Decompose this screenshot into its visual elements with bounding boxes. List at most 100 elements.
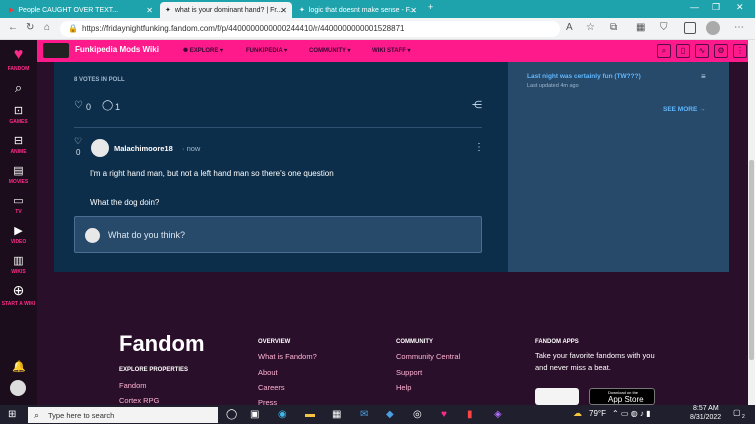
rail-fandom[interactable]: ♥ FANDOM [0,46,37,72]
profile-avatar[interactable] [706,21,720,35]
search-icon[interactable]: ⌕ [657,44,671,58]
scrollbar-thumb[interactable] [749,160,754,360]
footer-link[interactable]: Careers [258,383,285,392]
tab-3[interactable]: ✦ logic that doesnt make sense - F... ✕ [294,2,422,18]
more-options-icon[interactable]: ⋮ [474,142,484,153]
weather-text[interactable]: 79°F [589,409,606,418]
widgets-icon[interactable]: ▣ [250,409,259,420]
nav-funkipedia[interactable]: FUNKIPEDIA ▾ [246,47,287,54]
back-icon[interactable]: ← [8,22,18,33]
gamepad-icon: ⊡ [13,105,24,117]
user-avatar [85,228,100,243]
store-icon[interactable]: ▦ [332,409,341,420]
windows-start-icon[interactable]: ⊞ [8,409,16,420]
clock-time[interactable]: 8:57 AM [693,405,719,412]
fandom-logo[interactable]: Fandom [119,331,205,357]
footer-link[interactable]: What is Fandom? [258,352,317,361]
collections-icon[interactable]: ▦ [636,22,645,33]
rail-video[interactable]: ▶ VIDEO [0,224,37,245]
search-placeholder: Type here to search [48,411,115,420]
favorite-icon[interactable]: ☆ [586,22,595,33]
rail-anime[interactable]: ⊟ ANIME [0,134,37,155]
anime-icon: ⊟ [13,135,24,147]
gear-icon[interactable]: ⚙ [714,44,728,58]
app-store-badge[interactable]: Download on the App Store [589,388,655,405]
nav-explore[interactable]: ✺ EXPLORE ▾ [183,47,223,54]
close-icon[interactable]: ✕ [410,6,417,15]
more-icon[interactable]: ⋯ [734,22,744,33]
notification-icon[interactable]: ▢ [733,408,741,417]
close-icon[interactable]: ✕ [146,6,153,15]
app-icon[interactable]: ◎ [413,409,422,420]
refresh-icon[interactable]: ↻ [26,22,34,33]
footer-link[interactable]: Community Central [396,352,460,361]
footer-link[interactable]: Fandom [119,381,147,390]
more-icon[interactable]: ⋮ [733,44,747,58]
home-icon[interactable]: ⌂ [44,22,50,33]
office-icon[interactable]: ▮ [467,409,473,420]
maximize-icon[interactable]: ❐ [712,2,720,13]
taskbar-search[interactable]: ⌕ Type here to search [28,407,218,423]
see-more-link[interactable]: SEE MORE → [663,106,706,113]
clock-date[interactable]: 8/31/2022 [690,414,721,421]
tab-1[interactable]: ▶ People CAUGHT OVER TEXT... ✕ [4,2,158,18]
minimize-icon[interactable]: — [690,2,699,12]
edge-icon[interactable]: ◉ [278,409,287,420]
file-explorer-icon[interactable]: ▬ [305,409,315,420]
tray-icons[interactable]: ⌃ ▭ ◍ ♪ ▮ [612,409,651,418]
close-icon[interactable]: ✕ [280,6,287,15]
sidebar-link[interactable]: Last night was certainly fun (TW???) [527,73,641,80]
footer-link[interactable]: Support [396,368,422,377]
reply-icon[interactable]: ◯ [102,100,113,111]
nav-wiki-staff[interactable]: WIKI STAFF ▾ [372,47,411,54]
mail-icon[interactable]: ✉ [360,409,368,420]
notification-count: 2 [742,414,745,420]
fandom-tab-icon: ✦ [299,7,305,14]
shield-icon[interactable]: ⛉ [660,22,668,33]
fandom-heart-icon: ♥ [13,46,24,63]
rail-label: ANIME [10,149,27,155]
new-tab-icon[interactable]: + [428,2,433,12]
browser-tab-bar: ▶ People CAUGHT OVER TEXT... ✕ ✦ what is… [0,0,755,18]
fandom-app-icon[interactable]: ♥ [441,409,447,420]
reply-composer[interactable]: What do you think? [74,216,482,253]
page-scrollbar[interactable] [748,40,755,405]
nav-community[interactable]: COMMUNITY ▾ [309,47,351,54]
fandom-left-rail: ♥ FANDOM ⌕ ⊡ GAMES ⊟ ANIME ▤ MOVIES ▭ TV… [0,40,37,405]
rail-search[interactable]: ⌕ [0,80,37,98]
upvote-icon[interactable]: ♡ [74,136,82,147]
rail-games[interactable]: ⊡ GAMES [0,104,37,125]
dropbox-icon[interactable]: ◆ [386,409,394,420]
wiki-logo[interactable] [43,43,69,58]
book-icon[interactable]: ▯ [676,44,690,58]
rail-tv[interactable]: ▭ TV [0,194,37,215]
author-name[interactable]: Malachimoore18 [114,144,173,153]
reply-score: 0 [76,148,81,157]
footer-link[interactable]: Help [396,383,411,392]
footer-link[interactable]: Cortex RPG [119,396,159,405]
fandom-app-badge[interactable] [535,388,579,405]
app-icon[interactable]: ◈ [494,409,502,420]
extensions-icon[interactable]: ⧉ [610,22,617,33]
footer-link[interactable]: About [258,368,278,377]
activity-icon[interactable]: ∿ [695,44,709,58]
arrow-right-icon: → [699,106,706,113]
footer-heading: COMMUNITY [396,339,433,345]
close-window-icon[interactable]: ✕ [736,2,744,13]
apps-text: Take your favorite fandoms with you and … [535,351,655,372]
author-avatar[interactable] [91,139,109,157]
collections-icon[interactable] [684,22,696,34]
tab-2[interactable]: ✦ what is your dominant hand? | Fr... ✕ [160,2,292,18]
compass-icon: ✺ [183,48,190,54]
rail-movies[interactable]: ▤ MOVIES [0,164,37,185]
rail-wikis[interactable]: ▥ WIKIS [0,254,37,275]
task-view-icon[interactable]: ◯ [226,409,237,420]
user-avatar[interactable] [10,380,26,396]
heart-icon[interactable]: ♡ [74,100,83,111]
read-aloud-icon[interactable]: A [566,22,573,33]
wiki-name[interactable]: Funkipedia Mods Wiki [75,45,159,54]
url-field[interactable]: 🔒 https://fridaynightfunking.fandom.com/… [60,21,560,37]
bell-icon[interactable]: 🔔 [12,360,26,373]
rail-start-wiki[interactable]: ⊕ START A WIKI [0,282,37,307]
share-icon[interactable]: ⋲ [472,100,482,111]
